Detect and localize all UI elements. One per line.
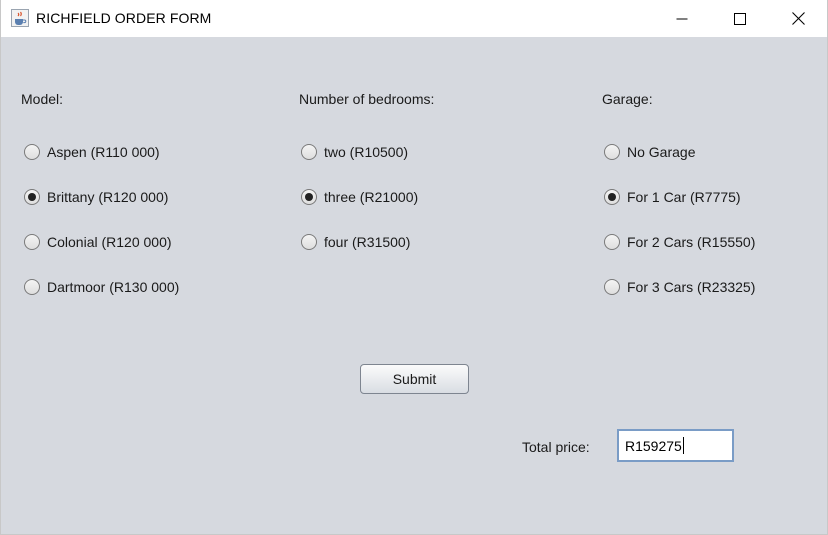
bedrooms-label: Number of bedrooms: xyxy=(299,91,435,107)
radio-button[interactable] xyxy=(301,234,317,250)
total-price-value: R159275 xyxy=(625,437,682,454)
radio-button-selected[interactable] xyxy=(301,189,317,205)
minimize-button[interactable] xyxy=(653,0,711,37)
model-option-dartmoor[interactable]: Dartmoor (R130 000) xyxy=(24,276,179,298)
radio-label: four (R31500) xyxy=(324,234,411,250)
radio-label: Colonial (R120 000) xyxy=(47,234,172,250)
radio-label: Dartmoor (R130 000) xyxy=(47,279,180,295)
garage-label: Garage: xyxy=(602,91,653,107)
radio-label: Aspen (R110 000) xyxy=(47,144,160,160)
radio-label: For 3 Cars (R23325) xyxy=(627,279,756,295)
bedrooms-option-four[interactable]: four (R31500) xyxy=(301,231,410,253)
radio-button[interactable] xyxy=(301,144,317,160)
radio-button[interactable] xyxy=(24,279,40,295)
model-option-brittany[interactable]: Brittany (R120 000) xyxy=(24,186,168,208)
radio-button-selected[interactable] xyxy=(604,189,620,205)
total-price-field[interactable]: R159275 xyxy=(617,429,734,462)
java-cup-icon xyxy=(11,9,29,27)
radio-button[interactable] xyxy=(604,144,620,160)
bedrooms-option-three[interactable]: three (R21000) xyxy=(301,186,418,208)
window-title: RICHFIELD ORDER FORM xyxy=(36,10,212,26)
radio-label: Brittany (R120 000) xyxy=(47,189,169,205)
radio-button-selected[interactable] xyxy=(24,189,40,205)
radio-label: For 1 Car (R7775) xyxy=(627,189,741,205)
text-caret xyxy=(682,437,684,454)
bedrooms-option-two[interactable]: two (R10500) xyxy=(301,141,408,163)
model-option-aspen[interactable]: Aspen (R110 000) xyxy=(24,141,160,163)
maximize-button[interactable] xyxy=(711,0,769,37)
radio-label: No Garage xyxy=(627,144,696,160)
order-form-window: RICHFIELD ORDER FORM Model: Aspen (R110 … xyxy=(0,0,828,535)
radio-label: For 2 Cars (R15550) xyxy=(627,234,756,250)
radio-button[interactable] xyxy=(24,234,40,250)
garage-option-3-cars[interactable]: For 3 Cars (R23325) xyxy=(604,276,755,298)
minimize-icon xyxy=(676,18,688,19)
garage-option-1-car[interactable]: For 1 Car (R7775) xyxy=(604,186,741,208)
title-bar: RICHFIELD ORDER FORM xyxy=(1,0,827,37)
model-option-colonial[interactable]: Colonial (R120 000) xyxy=(24,231,172,253)
maximize-icon xyxy=(734,12,746,25)
garage-option-none[interactable]: No Garage xyxy=(604,141,695,163)
radio-button[interactable] xyxy=(604,234,620,250)
radio-label: three (R21000) xyxy=(324,189,419,205)
model-label: Model: xyxy=(21,91,64,107)
radio-button[interactable] xyxy=(24,144,40,160)
total-price-label: Total price: xyxy=(522,439,590,455)
garage-option-2-cars[interactable]: For 2 Cars (R15550) xyxy=(604,231,755,253)
submit-button[interactable]: Submit xyxy=(360,364,469,394)
radio-button[interactable] xyxy=(604,279,620,295)
close-button[interactable] xyxy=(769,0,827,37)
close-icon xyxy=(791,12,805,25)
radio-label: two (R10500) xyxy=(324,144,409,160)
